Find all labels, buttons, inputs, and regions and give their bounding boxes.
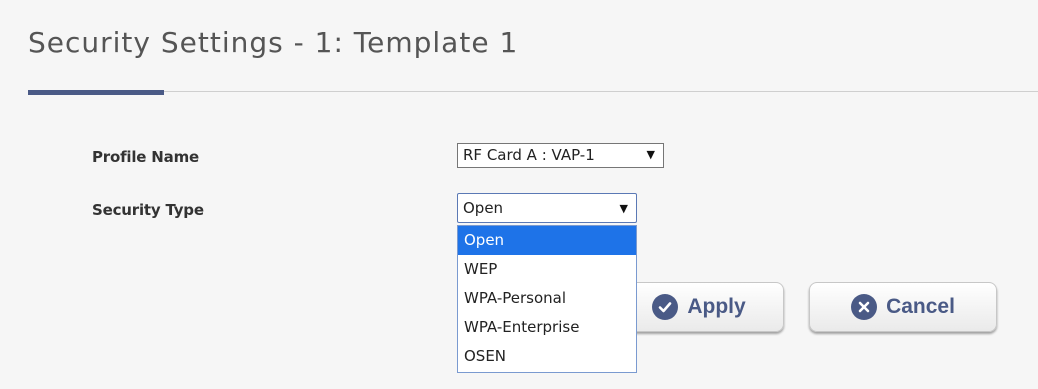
profile-name-label: Profile Name — [92, 148, 199, 166]
security-type-option-wep[interactable]: WEP — [458, 255, 636, 284]
security-type-label: Security Type — [92, 201, 204, 219]
cancel-button[interactable]: Cancel — [809, 282, 997, 332]
page-title: Security Settings - 1: Template 1 — [28, 26, 519, 59]
security-type-option-osen[interactable]: OSEN — [458, 342, 636, 371]
security-type-option-open[interactable]: Open — [458, 226, 636, 255]
security-type-option-wpa-enterprise[interactable]: WPA-Enterprise — [458, 313, 636, 342]
apply-button-label: Apply — [687, 295, 746, 318]
security-type-select[interactable]: Open ▼ — [457, 193, 637, 223]
cancel-button-label: Cancel — [886, 295, 955, 318]
chevron-down-icon: ▼ — [646, 148, 655, 161]
security-type-dropdown-list: Open WEP WPA-Personal WPA-Enterprise OSE… — [457, 225, 637, 373]
title-divider — [28, 91, 1038, 92]
x-circle-icon — [851, 294, 878, 320]
settings-panel: Security Settings - 1: Template 1 Profil… — [0, 0, 1038, 389]
title-accent-bar — [28, 90, 164, 95]
profile-name-value: RF Card A : VAP-1 — [463, 146, 595, 164]
profile-name-select[interactable]: RF Card A : VAP-1 ▼ — [457, 143, 664, 168]
apply-button[interactable]: Apply — [614, 282, 784, 332]
check-circle-icon — [652, 294, 679, 320]
security-type-value: Open — [463, 199, 504, 217]
chevron-down-icon: ▼ — [619, 202, 628, 215]
security-type-option-wpa-personal[interactable]: WPA-Personal — [458, 284, 636, 313]
